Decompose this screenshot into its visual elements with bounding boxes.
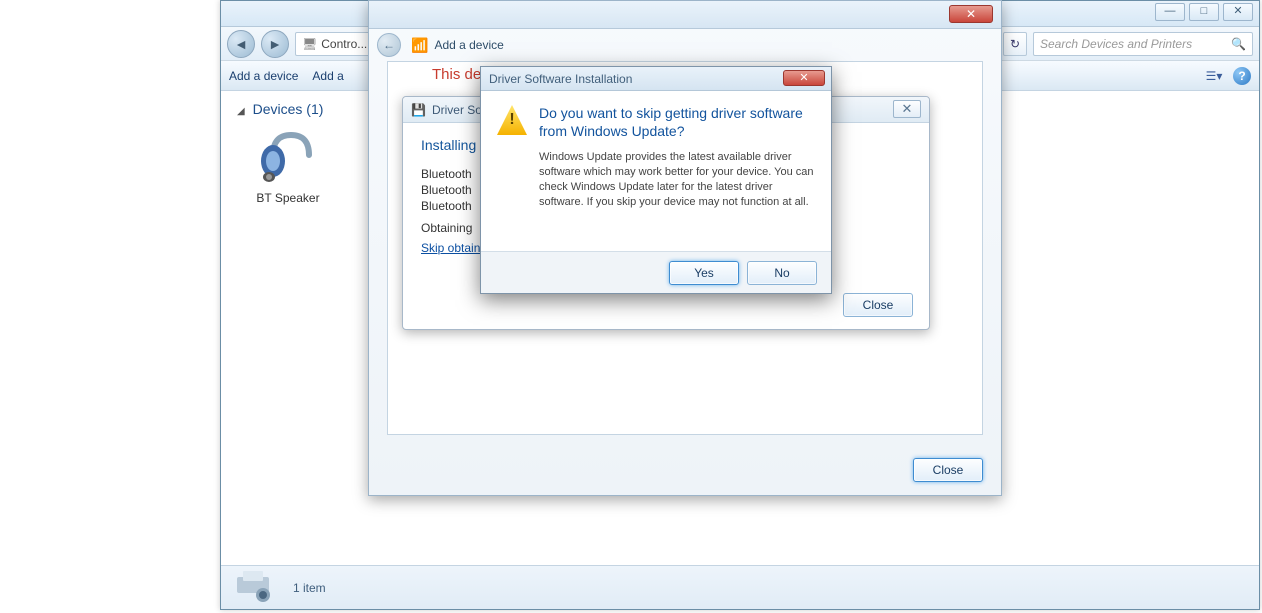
wizard-close-button[interactable]: ✕ [949,5,993,23]
confirm-title: Driver Software Installation [489,72,632,86]
wizard-nav: ← 📶 Add a device [369,29,1001,61]
confirm-text: Windows Update provides the latest avail… [539,150,815,209]
bluetooth-headset-icon [253,127,323,187]
maximize-button[interactable]: □ [1189,3,1219,21]
skip-obtaining-link[interactable]: Skip obtain [421,241,480,255]
driver-title: Driver So [432,103,482,117]
wizard-title: Add a device [434,38,503,52]
search-input[interactable]: Search Devices and Printers 🔍 [1033,32,1253,56]
wizard-close-footer-button[interactable]: Close [913,458,983,482]
device-icon: 📶 [411,37,428,54]
wizard-footer: Close [369,445,1001,495]
back-button[interactable]: ◄ [227,30,255,58]
device-bt-speaker[interactable]: BT Speaker [233,127,343,205]
section-title: Devices [253,101,303,117]
confirm-close-button[interactable]: ✕ [783,70,825,86]
search-icon: 🔍 [1231,37,1246,51]
add-printer-command-partial[interactable]: Add a [312,69,343,83]
installer-icon: 💾 [411,103,426,117]
no-button[interactable]: No [747,261,817,285]
collapse-icon: ◢ [237,106,245,117]
search-placeholder: Search Devices and Printers [1040,37,1192,51]
warning-icon [497,105,527,135]
confirm-dialog: Driver Software Installation ✕ Do you wa… [480,66,832,294]
confirm-heading: Do you want to skip getting driver softw… [539,105,815,140]
confirm-titlebar[interactable]: Driver Software Installation ✕ [481,67,831,91]
close-button[interactable]: ✕ [1223,3,1253,21]
confirm-footer: Yes No [481,251,831,293]
view-options-button[interactable]: ☰▾ [1205,67,1223,85]
section-count: (1) [306,101,323,117]
refresh-button[interactable]: ↻ [1003,32,1027,56]
add-device-command[interactable]: Add a device [229,69,298,83]
forward-button[interactable]: ► [261,30,289,58]
driver-close-button[interactable]: ✕ [893,100,921,118]
printer-device-icon [231,571,281,605]
wizard-titlebar[interactable]: ✕ [369,1,1001,29]
status-bar: 1 item [221,565,1259,609]
driver-close-footer-button[interactable]: Close [843,293,913,317]
breadcrumb-text: Contro... [321,37,367,51]
folder-icon: 🖥 [302,37,317,51]
minimize-button[interactable]: — [1155,3,1185,21]
yes-button[interactable]: Yes [669,261,739,285]
device-label: BT Speaker [256,191,319,205]
wizard-back-button[interactable]: ← [377,33,401,57]
status-text: 1 item [293,581,326,595]
help-button[interactable]: ? [1233,67,1251,85]
